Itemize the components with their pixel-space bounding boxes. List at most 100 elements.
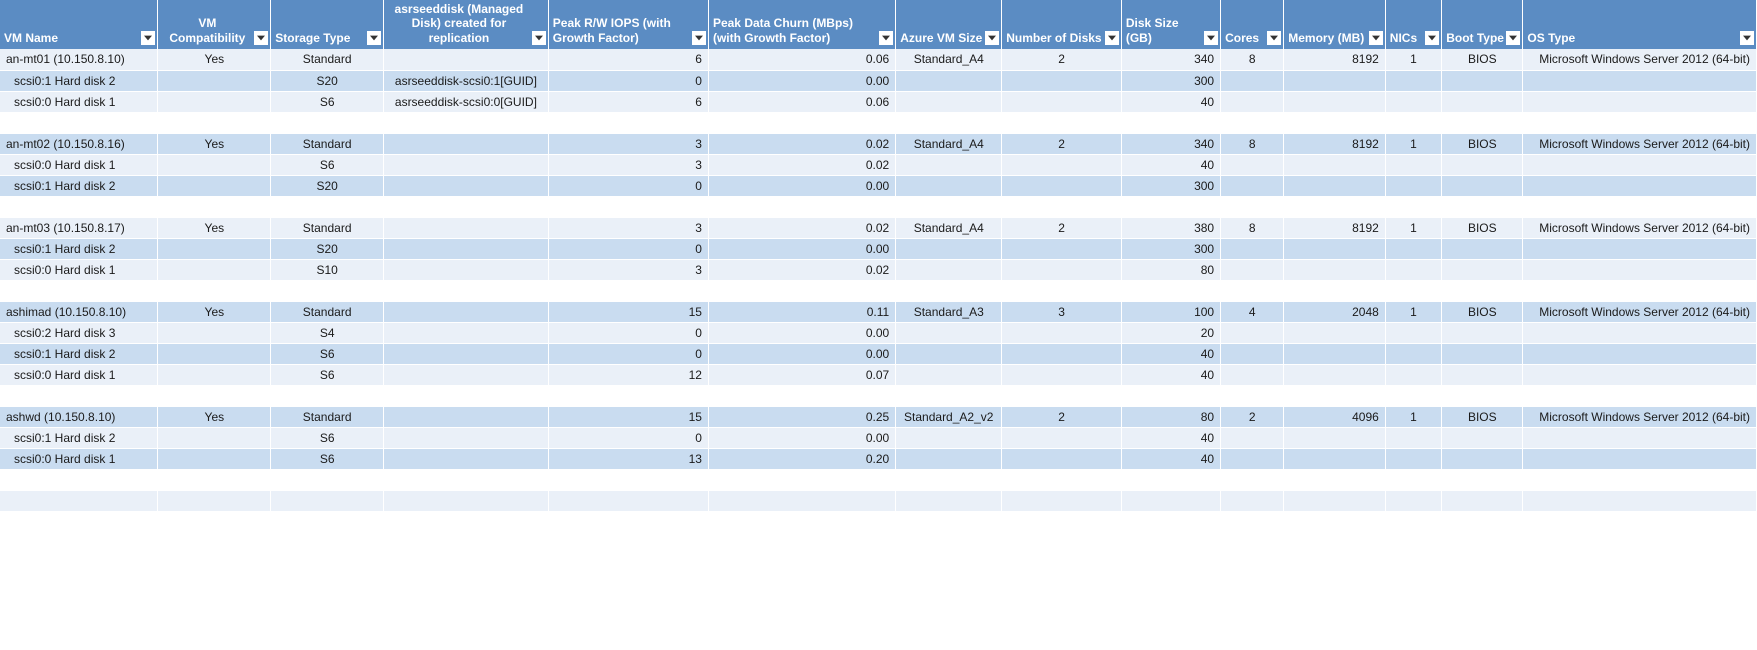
filter-dropdown-icon[interactable] — [1740, 31, 1754, 45]
table-cell: 2 — [1002, 217, 1122, 238]
table-cell — [1442, 154, 1523, 175]
table-row[interactable]: scsi0:1 Hard disk 2S600.0040 — [0, 427, 1757, 448]
table-cell — [384, 112, 549, 133]
table-cell: 0.00 — [708, 175, 895, 196]
filter-dropdown-icon[interactable] — [1204, 31, 1218, 45]
table-row[interactable]: scsi0:1 Hard disk 2S2000.00300 — [0, 175, 1757, 196]
table-row[interactable]: scsi0:0 Hard disk 1S6120.0740 — [0, 364, 1757, 385]
table-cell — [158, 427, 271, 448]
table-cell: 3 — [548, 259, 708, 280]
vm-table: VM NameVM CompatibilityStorage Typeasrse… — [0, 0, 1757, 512]
table-row[interactable]: an-mt03 (10.150.8.17)YesStandard30.02Sta… — [0, 217, 1757, 238]
table-cell — [1221, 490, 1284, 511]
table-row[interactable]: an-mt01 (10.150.8.10)YesStandard60.06Sta… — [0, 49, 1757, 70]
table-cell — [1442, 364, 1523, 385]
filter-dropdown-icon[interactable] — [254, 31, 268, 45]
table-cell: 40 — [1121, 343, 1220, 364]
table-cell: 0.11 — [708, 301, 895, 322]
table-row[interactable]: scsi0:0 Hard disk 1S6asrseeddisk-scsi0:0… — [0, 91, 1757, 112]
table-row[interactable] — [0, 280, 1757, 301]
table-cell: 8192 — [1284, 133, 1386, 154]
table-cell: 4096 — [1284, 406, 1386, 427]
table-cell — [1385, 154, 1441, 175]
table-cell: 0.06 — [708, 91, 895, 112]
table-cell: BIOS — [1442, 301, 1523, 322]
table-cell — [896, 280, 1002, 301]
table-cell: 3 — [548, 133, 708, 154]
table-row[interactable] — [0, 469, 1757, 490]
table-cell: 40 — [1121, 427, 1220, 448]
table-cell: Standard — [271, 133, 384, 154]
table-row[interactable]: scsi0:1 Hard disk 2S20asrseeddisk-scsi0:… — [0, 70, 1757, 91]
filter-dropdown-icon[interactable] — [141, 31, 155, 45]
table-cell: 1 — [1385, 217, 1441, 238]
table-cell — [158, 490, 271, 511]
table-row[interactable]: scsi0:0 Hard disk 1S1030.0280 — [0, 259, 1757, 280]
table-cell — [1523, 196, 1757, 217]
table-row[interactable]: scsi0:1 Hard disk 2S600.0040 — [0, 343, 1757, 364]
column-header-label: Disk Size (GB) — [1126, 16, 1202, 47]
table-cell: Standard_A2_v2 — [896, 406, 1002, 427]
table-cell — [1221, 385, 1284, 406]
table-cell — [271, 490, 384, 511]
table-cell — [1385, 385, 1441, 406]
filter-dropdown-icon[interactable] — [692, 31, 706, 45]
table-cell — [1442, 280, 1523, 301]
table-cell — [1002, 343, 1122, 364]
table-cell — [1442, 259, 1523, 280]
table-cell — [1284, 364, 1386, 385]
table-cell — [896, 427, 1002, 448]
table-row[interactable] — [0, 490, 1757, 511]
table-cell — [1442, 343, 1523, 364]
table-cell — [1284, 448, 1386, 469]
table-row[interactable] — [0, 196, 1757, 217]
table-cell: 0.00 — [708, 238, 895, 259]
table-cell: BIOS — [1442, 49, 1523, 70]
table-cell: 100 — [1121, 301, 1220, 322]
table-cell — [1002, 322, 1122, 343]
filter-dropdown-icon[interactable] — [367, 31, 381, 45]
column-header: Boot Type — [1442, 0, 1523, 49]
filter-dropdown-icon[interactable] — [1267, 31, 1281, 45]
table-cell — [1385, 343, 1441, 364]
table-cell — [158, 91, 271, 112]
column-header-label: Peak Data Churn (MBps) (with Growth Fact… — [713, 16, 877, 47]
table-cell — [0, 490, 158, 511]
table-cell: 1 — [1385, 406, 1441, 427]
table-cell: 0.02 — [708, 217, 895, 238]
table-row[interactable]: an-mt02 (10.150.8.16)YesStandard30.02Sta… — [0, 133, 1757, 154]
table-row[interactable]: scsi0:0 Hard disk 1S630.0240 — [0, 154, 1757, 175]
table-cell — [896, 175, 1002, 196]
table-row[interactable]: scsi0:1 Hard disk 2S2000.00300 — [0, 238, 1757, 259]
table-cell: Standard — [271, 301, 384, 322]
table-cell — [1002, 364, 1122, 385]
filter-dropdown-icon[interactable] — [532, 31, 546, 45]
table-cell: an-mt02 (10.150.8.16) — [0, 133, 158, 154]
table-cell — [1221, 448, 1284, 469]
table-row[interactable]: scsi0:0 Hard disk 1S6130.2040 — [0, 448, 1757, 469]
table-row[interactable] — [0, 112, 1757, 133]
table-cell — [1442, 385, 1523, 406]
table-cell — [384, 175, 549, 196]
filter-dropdown-icon[interactable] — [1425, 31, 1439, 45]
table-cell: BIOS — [1442, 133, 1523, 154]
filter-dropdown-icon[interactable] — [1369, 31, 1383, 45]
column-header: NICs — [1385, 0, 1441, 49]
table-row[interactable]: scsi0:2 Hard disk 3S400.0020 — [0, 322, 1757, 343]
filter-dropdown-icon[interactable] — [879, 31, 893, 45]
table-cell: 300 — [1121, 238, 1220, 259]
table-row[interactable]: ashimad (10.150.8.10)YesStandard150.11St… — [0, 301, 1757, 322]
filter-dropdown-icon[interactable] — [1105, 31, 1119, 45]
table-cell: 0.20 — [708, 448, 895, 469]
filter-dropdown-icon[interactable] — [985, 31, 999, 45]
filter-dropdown-icon[interactable] — [1506, 31, 1520, 45]
table-row[interactable] — [0, 385, 1757, 406]
table-cell: 1 — [1385, 301, 1441, 322]
table-cell: 15 — [548, 301, 708, 322]
table-cell: 0.00 — [708, 322, 895, 343]
table-cell — [896, 448, 1002, 469]
table-cell: 8192 — [1284, 217, 1386, 238]
column-header: Peak Data Churn (MBps) (with Growth Fact… — [708, 0, 895, 49]
table-row[interactable]: ashwd (10.150.8.10)YesStandard150.25Stan… — [0, 406, 1757, 427]
table-cell: ashimad (10.150.8.10) — [0, 301, 158, 322]
